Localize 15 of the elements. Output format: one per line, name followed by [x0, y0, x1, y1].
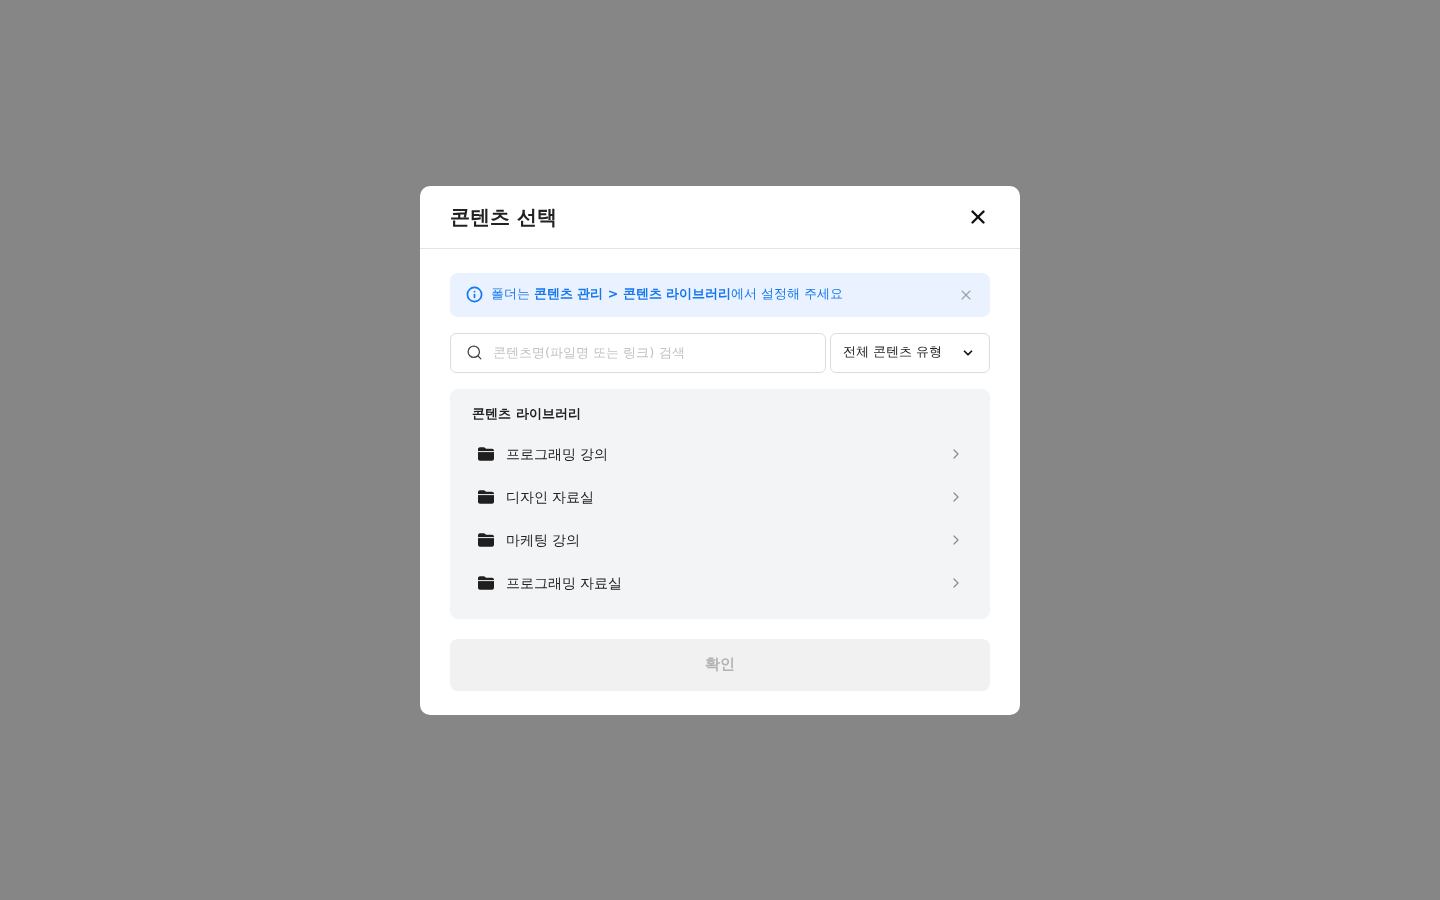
folder-icon [478, 447, 494, 461]
folder-icon [478, 490, 494, 504]
folder-item[interactable]: 프로그래밍 강의 [472, 432, 968, 476]
search-icon [466, 343, 483, 361]
info-icon [466, 286, 483, 303]
info-message: 폴더는 콘텐츠 관리 > 콘텐츠 라이브러리에서 설정해 주세요 [491, 285, 844, 304]
search-field[interactable]: 콘텐츠명(파일명 또는 링크) 검색 [450, 332, 826, 373]
content-type-dropdown[interactable]: 전체 콘텐츠 유형 [830, 332, 990, 373]
folder-item[interactable]: 마케팅 강의 [472, 518, 968, 562]
folder-icon [478, 533, 494, 547]
library-title: 콘텐츠 라이브러리 [472, 404, 582, 423]
folder-item[interactable]: 프로그래밍 자료실 [472, 561, 968, 605]
folder-item[interactable]: 디자인 자료실 [472, 475, 968, 519]
dialog-title: 콘텐츠 선택 [450, 203, 557, 231]
folder-icon [478, 576, 494, 590]
